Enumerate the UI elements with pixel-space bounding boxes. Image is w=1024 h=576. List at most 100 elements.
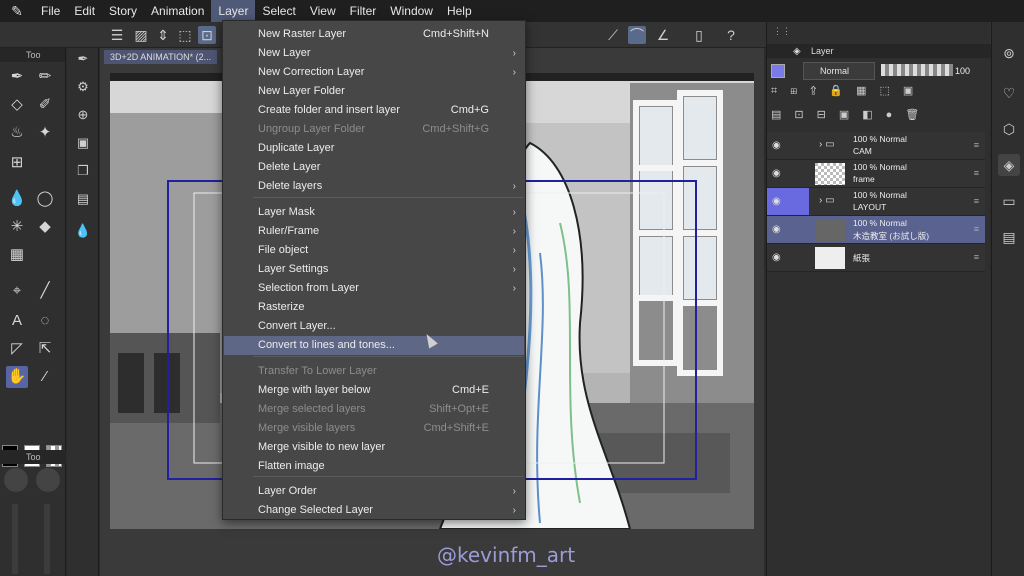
device-icon[interactable]: ▯ <box>690 26 708 44</box>
menu-item[interactable]: New Layer › <box>224 44 524 63</box>
eye-icon[interactable]: ◉ <box>772 168 781 179</box>
hand-icon[interactable]: ✋ <box>6 366 28 388</box>
menu-item[interactable]: Merge selected layers Shift+Opt+E <box>224 400 524 419</box>
eye-icon[interactable]: ◉ <box>772 252 781 263</box>
menu-filter[interactable]: Filter <box>343 0 384 22</box>
lasso-icon[interactable]: ◯ <box>34 188 56 210</box>
gradient-icon[interactable]: ▦ <box>6 244 28 266</box>
menu-item[interactable]: Merge visible to new layer <box>224 438 524 457</box>
layer-row[interactable]: ◉ 100 % Normal frame ≡ <box>767 160 985 188</box>
menu-help[interactable]: Help <box>440 0 479 22</box>
select-transform-icon[interactable]: ⊡ <box>198 26 216 44</box>
menu-edit[interactable]: Edit <box>67 0 102 22</box>
eye-icon[interactable]: ◉ <box>772 224 781 235</box>
document-tab[interactable]: 3D+2D ANIMATION* (2... <box>104 50 218 64</box>
menu-item[interactable]: Rasterize <box>224 298 524 317</box>
sparkle-icon[interactable]: ✦ <box>34 122 56 144</box>
size-slider[interactable] <box>12 504 18 574</box>
brush-size-circle-icon[interactable] <box>4 468 28 492</box>
menu-item[interactable]: Layer Mask › <box>224 203 524 222</box>
layer-property-icon[interactable]: ▣ <box>74 134 92 152</box>
menu-item[interactable]: New Correction Layer › <box>224 63 524 82</box>
add-icon[interactable]: ⊕ <box>74 106 92 124</box>
hamburger-icon[interactable]: ☰ <box>108 26 126 44</box>
menu-animation[interactable]: Animation <box>144 0 211 22</box>
opacity-slider[interactable] <box>44 504 50 574</box>
copy-icon[interactable]: ❐ <box>74 162 92 180</box>
transform-icon[interactable]: ⬚ <box>176 26 194 44</box>
drops-icon[interactable]: 💧 <box>74 222 92 240</box>
operation-icon[interactable]: ⌖ <box>6 280 28 302</box>
history-icon[interactable]: ▭ <box>998 190 1020 212</box>
line-icon[interactable]: ╱ <box>34 280 56 302</box>
panel-grip-icon[interactable]: ⋮⋮ <box>773 26 791 37</box>
menu-view[interactable]: View <box>303 0 343 22</box>
menu-item[interactable]: Merge with layer below Cmd+E <box>224 381 524 400</box>
menu-item[interactable]: Layer Settings › <box>224 260 524 279</box>
frame-icon[interactable]: ◸ <box>6 338 28 360</box>
layer-color-swatch[interactable] <box>771 64 785 78</box>
menu-item[interactable]: Ruler/Frame › <box>224 222 524 241</box>
eraser-icon[interactable]: ◇ <box>6 94 28 116</box>
menu-layer[interactable]: Layer <box>211 0 256 22</box>
menu-item[interactable]: Layer Order › <box>224 482 524 501</box>
menu-item[interactable]: Duplicate Layer <box>224 139 524 158</box>
help-icon[interactable]: ? <box>722 26 740 44</box>
grid-icon[interactable]: ⊞ <box>6 152 28 174</box>
fill-icon[interactable]: ♨ <box>6 122 28 144</box>
menu-item[interactable]: Flatten image <box>224 457 524 476</box>
pen-subtool-icon[interactable]: ✒ <box>74 50 92 68</box>
menu-story[interactable]: Story <box>102 0 144 22</box>
menu-file[interactable]: File <box>34 0 67 22</box>
layer-row[interactable]: ◉ › ▭ 100 % Normal CAM ≡ <box>767 132 985 160</box>
layer-row[interactable]: ◉ 紙張 ≡ <box>767 244 985 272</box>
perspective-icon[interactable]: ∠ <box>654 26 672 44</box>
app-logo-icon[interactable]: ✎ <box>0 3 34 20</box>
balloon-icon[interactable]: ◌ <box>34 310 56 332</box>
material-icon[interactable]: ♡ <box>998 82 1020 104</box>
layer-panel-icon[interactable]: ◈ <box>998 154 1020 176</box>
layer-menu-icon[interactable]: ≡ <box>974 224 979 234</box>
layer-row[interactable]: ◉ 100 % Normal 木造教室 (お試し版) ≡ <box>767 216 985 244</box>
tool-panel-tab[interactable]: Too <box>0 48 65 62</box>
menu-item[interactable]: Change Selected Layer › <box>224 501 524 520</box>
layer-toolbar-row1[interactable]: ⌗⊞⇪🔒▦⬚▣ <box>771 84 989 102</box>
layer-toolbar-row2[interactable]: ▤⊡⊟▣◧●🗑 <box>771 108 989 126</box>
layer-menu-icon[interactable]: ≡ <box>974 168 979 178</box>
menu-window[interactable]: Window <box>383 0 440 22</box>
folder-icon[interactable]: › ▭ <box>819 195 835 206</box>
folder-icon[interactable]: › ▭ <box>819 139 835 150</box>
stepper-icon[interactable]: ⇕ <box>154 26 172 44</box>
menu-item[interactable]: Delete layers › <box>224 177 524 196</box>
ruler-icon[interactable]: ⟋ <box>604 26 622 44</box>
folder-icon[interactable]: ▤ <box>998 226 1020 248</box>
menu-item[interactable]: Convert to lines and tones... <box>224 336 524 355</box>
sub-panel-tab[interactable]: Too <box>0 450 66 464</box>
layer-menu-icon[interactable]: ≡ <box>974 140 979 150</box>
curve-ruler-icon[interactable]: ⌒ <box>628 26 646 44</box>
3d-icon[interactable]: ⬡ <box>998 118 1020 140</box>
layer-row[interactable]: ◉ › ▭ 100 % Normal LAYOUT ≡ <box>767 188 985 216</box>
menu-item[interactable]: Create folder and insert layer Cmd+G <box>224 101 524 120</box>
eyedropper-icon[interactable]: ⁄ <box>34 366 56 388</box>
brush-density-circle-icon[interactable] <box>36 468 60 492</box>
settings-icon[interactable]: ⚙ <box>74 78 92 96</box>
menu-item[interactable]: New Layer Folder <box>224 82 524 101</box>
menu-item[interactable]: New Raster Layer Cmd+Shift+N <box>224 25 524 44</box>
eye-icon[interactable]: ◉ <box>772 140 781 151</box>
wand-icon[interactable]: ✳ <box>6 216 28 238</box>
brush-icon[interactable]: ✐ <box>34 94 56 116</box>
menu-item[interactable]: Convert Layer... <box>224 317 524 336</box>
pen-icon[interactable]: ✒ <box>6 66 28 88</box>
bucket-icon[interactable]: ◆ <box>34 216 56 238</box>
menu-item[interactable]: Ungroup Layer Folder Cmd+Shift+G <box>224 120 524 139</box>
opacity-slider-bar[interactable] <box>881 64 953 76</box>
menu-select[interactable]: Select <box>255 0 302 22</box>
menu-item[interactable]: Selection from Layer › <box>224 279 524 298</box>
layer-menu-icon[interactable]: ≡ <box>974 252 979 262</box>
menu-item[interactable]: File object › <box>224 241 524 260</box>
move-layer-icon[interactable]: ⇱ <box>34 338 56 360</box>
layer-menu-icon[interactable]: ≡ <box>974 196 979 206</box>
menu-item[interactable]: Merge visible layers Cmd+Shift+E <box>224 419 524 438</box>
opacity-value[interactable]: 100 <box>955 62 970 80</box>
